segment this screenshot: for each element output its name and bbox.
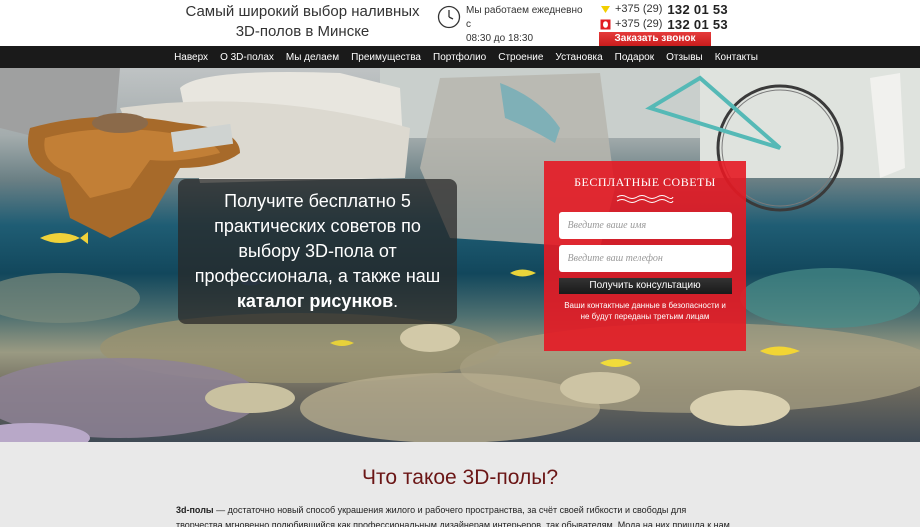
wave-divider-icon [616, 195, 674, 203]
paragraph-line-2: творчества мгновенно полюбившийся как пр… [176, 520, 730, 527]
hero-text-line-5: каталог рисунков. [190, 289, 445, 314]
phone-input[interactable] [558, 245, 732, 272]
paragraph-line-1-text: — достаточно новый способ украшения жило… [213, 505, 687, 515]
nav-item-portfolio[interactable]: Портфолио [433, 52, 486, 63]
privacy-note-line-1: Ваши контактные данные в безопасности и [564, 301, 726, 310]
nav-item-contacts[interactable]: Контакты [715, 52, 758, 63]
tagline-line-2: 3D-полов в Минске [235, 23, 370, 40]
privacy-note-line-2: не будут переданы третьим лицам [580, 312, 710, 321]
get-consultation-button[interactable]: Получить консультацию [558, 278, 732, 294]
section-title: Что такое 3D-полы? [361, 466, 559, 489]
privacy-note: Ваши контактные данные в безопасности и … [558, 300, 732, 322]
nav-item-advantages[interactable]: Преимущества [351, 52, 421, 63]
about-section: Что такое 3D-полы? 3d-полы — достаточно … [0, 442, 920, 527]
callback-button[interactable]: Заказать звонок [599, 32, 711, 46]
paragraph-line-1: 3d-полы — достаточно новый способ украше… [176, 503, 746, 518]
site-header: Самый широкий выбор наливных 3D-полов в … [0, 0, 920, 46]
working-hours: Мы работаем ежедневно с 08:30 до 18:30 [466, 4, 586, 46]
phone-number: 132 01 53 [667, 1, 728, 17]
phone-code: +375 (29) [615, 3, 663, 15]
phone-code: +375 (29) [615, 18, 663, 30]
site-tagline: Самый широкий выбор наливных 3D-полов в … [185, 2, 420, 42]
consultation-form: БЕСПЛАТНЫЕ СОВЕТЫ Получить консультацию … [544, 161, 746, 351]
tagline-line-1: Самый широкий выбор наливных [185, 3, 420, 20]
nav-item-gift[interactable]: Подарок [615, 52, 654, 63]
form-title: БЕСПЛАТНЫЕ СОВЕТЫ [574, 175, 716, 189]
hero-text-line-4: профессионала, а также наш [194, 266, 441, 286]
hero-catalog-bold: каталог рисунков [236, 291, 394, 311]
phone-mts[interactable]: +375 (29) 132 01 53 [600, 16, 728, 32]
section-paragraph: 3d-полы — достаточно новый способ украше… [176, 503, 746, 527]
clock-icon [437, 5, 461, 29]
nav-item-about[interactable]: О 3D-полах [220, 52, 274, 63]
nav-item-top[interactable]: Наверх [174, 52, 208, 63]
hero-section: Получите бесплатно 5 практических совето… [0, 68, 920, 442]
lead-term: 3d-полы [176, 505, 214, 515]
mts-icon [600, 19, 611, 29]
phone-velcom[interactable]: +375 (29) 132 01 53 [600, 1, 728, 17]
hours-line-1: Мы работаем ежедневно с [466, 5, 583, 30]
nav-item-structure[interactable]: Строение [498, 52, 543, 63]
name-input[interactable] [558, 212, 732, 239]
nav-item-reviews[interactable]: Отзывы [666, 52, 703, 63]
nav-item-we-do[interactable]: Мы делаем [286, 52, 339, 63]
hero-text-line-3: выбору 3D-пола от [238, 241, 397, 261]
hero-offer-box: Получите бесплатно 5 практических совето… [178, 179, 457, 324]
hero-text-line-1: Получите бесплатно 5 [224, 191, 411, 211]
main-nav: Наверх О 3D-полах Мы делаем Преимущества… [0, 46, 920, 68]
hours-line-2: 08:30 до 18:30 [466, 33, 534, 44]
hero-text-line-2: практических советов по [214, 216, 421, 236]
hero-background-image [0, 68, 920, 442]
velcom-icon [601, 5, 610, 13]
phone-number: 132 01 53 [667, 16, 728, 32]
nav-item-installation[interactable]: Установка [555, 52, 602, 63]
hero-text-period: . [393, 291, 399, 311]
